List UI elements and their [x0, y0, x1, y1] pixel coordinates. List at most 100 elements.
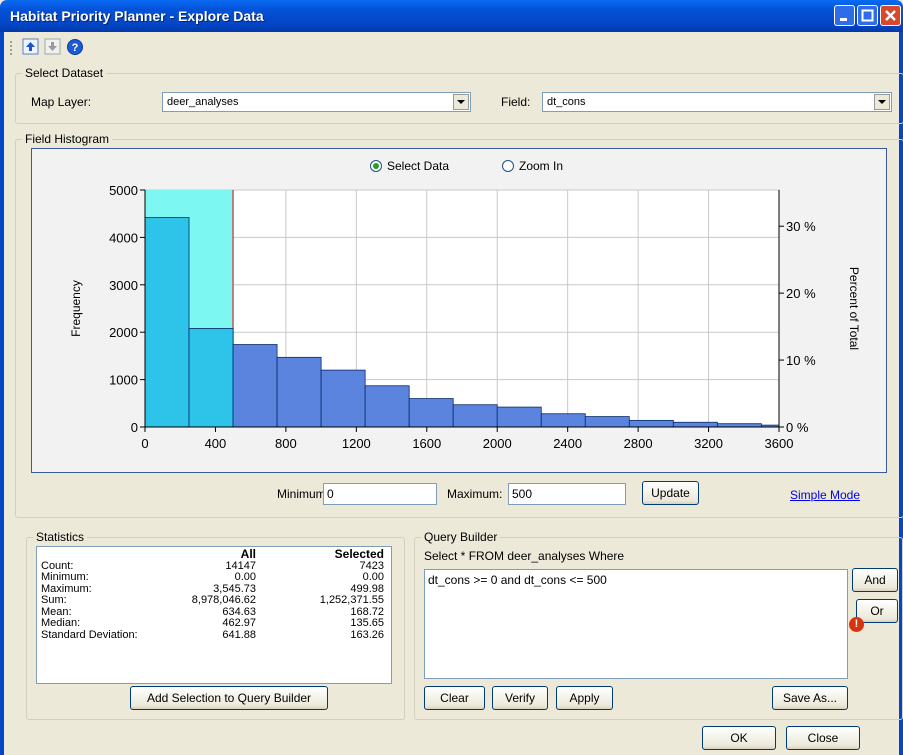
simple-mode-link[interactable]: Simple Mode	[790, 488, 860, 502]
y-tick-label: 4000	[109, 230, 138, 245]
field-histogram-legend: Field Histogram	[25, 132, 110, 146]
map-layer-label: Map Layer:	[31, 95, 92, 109]
stat-all-value: 641.88	[222, 628, 256, 641]
histogram-bar	[320, 369, 366, 428]
stat-selected-value: 0.00	[362, 571, 384, 583]
x-tick-label: 1600	[412, 436, 441, 451]
x-tick-label: 3600	[765, 436, 794, 451]
histogram-bar	[452, 404, 498, 428]
stat-selected-value: 135.65	[350, 617, 384, 629]
x-tick-label: 0	[141, 436, 148, 451]
x-tick-label: 800	[275, 436, 297, 451]
y-tick-label: 3000	[109, 278, 138, 293]
query-builder-legend: Query Builder	[424, 530, 498, 544]
histogram-bar	[364, 385, 410, 428]
y-axis-label: Frequency	[69, 280, 83, 337]
histogram-chart[interactable]: 0 400 800 1200 1600 2000 2400 2800 3200 3600 0 1000…	[32, 149, 886, 472]
y2-tick-label: 0 %	[786, 420, 809, 435]
x-tick-label: 1200	[342, 436, 371, 451]
statistics-table-panel: All Selected Count: 14147 7423 Minimum: 0.0…	[36, 546, 392, 684]
histogram-bar	[628, 419, 674, 428]
add-selection-button[interactable]: Add Selection to Query Builder	[130, 686, 328, 710]
stat-header-selected: Selected	[334, 547, 384, 561]
maximum-label: Maximum:	[447, 487, 503, 501]
table-row: Median: 462.97 135.65	[41, 617, 384, 630]
x-tick-label: 3200	[694, 436, 723, 451]
maximum-input[interactable]: 500	[508, 483, 626, 505]
window-frame-left	[0, 32, 4, 755]
table-row: Mean: 634.63 168.72	[41, 606, 384, 619]
stat-header-name	[41, 549, 143, 561]
x-tick-label: 400	[205, 436, 227, 451]
stat-header-all: All	[240, 547, 256, 561]
histogram-bar	[672, 421, 718, 428]
histogram-bar	[584, 416, 630, 428]
minimum-input[interactable]: 0	[323, 483, 437, 505]
maximize-icon	[861, 9, 874, 22]
y-tick-label: 2000	[109, 325, 138, 340]
close-icon	[885, 10, 896, 21]
select-dataset-legend: Select Dataset	[25, 66, 104, 80]
statistics-table: All Selected Count: 14147 7423 Minimum: 0.0…	[41, 547, 384, 642]
stat-name: Standard Deviation:	[41, 628, 138, 641]
stat-name: Sum:	[41, 594, 67, 606]
table-row: Standard Deviation: 641.88 163.26	[41, 628, 384, 642]
clear-button[interactable]: Clear	[424, 686, 485, 710]
statistics-header-row: All Selected	[41, 547, 384, 561]
query-textarea[interactable]: dt_cons >= 0 and dt_cons <= 500	[424, 569, 848, 679]
svg-text:?: ?	[72, 42, 79, 54]
window-title: Habitat Priority Planner - Explore Data	[10, 8, 264, 24]
histogram-bar	[144, 217, 190, 428]
minimize-icon	[840, 18, 847, 21]
title-bar: Habitat Priority Planner - Explore Data	[0, 0, 903, 32]
query-prefix-label: Select * FROM deer_analyses Where	[424, 549, 625, 563]
y2-tick-label: 30 %	[786, 219, 816, 234]
chevron-down-icon[interactable]	[453, 94, 469, 110]
histogram-chart-panel: Select Data Zoom In 0 400 800 1200 1600 2000 2…	[31, 148, 887, 473]
apply-button[interactable]: Apply	[556, 686, 613, 710]
y-tick-label: 5000	[109, 183, 138, 198]
x-tick-label: 2000	[483, 436, 512, 451]
table-row: Minimum: 0.00 0.00	[41, 571, 384, 584]
field-dropdown[interactable]: dt_cons	[542, 92, 892, 112]
stat-selected-value: 163.26	[350, 628, 384, 641]
update-button[interactable]: Update	[642, 481, 699, 505]
and-button[interactable]: And	[852, 568, 898, 592]
down-arrow-icon[interactable]	[44, 38, 62, 56]
field-value: dt_cons	[547, 96, 586, 108]
table-row: Sum: 8,978,046.62 1,252,371.55	[41, 594, 384, 607]
histogram-bar	[232, 344, 278, 428]
query-text: dt_cons >= 0 and dt_cons <= 500	[428, 573, 607, 587]
map-layer-dropdown[interactable]: deer_analyses	[162, 92, 471, 112]
y-tick-label: 0	[131, 420, 138, 435]
save-as-button[interactable]: Save As...	[772, 686, 848, 710]
histogram-bar	[540, 413, 586, 428]
ok-button[interactable]: OK	[702, 726, 776, 750]
up-arrow-icon[interactable]	[22, 38, 40, 56]
close-window-button[interactable]	[880, 5, 901, 26]
stat-name: Median:	[41, 617, 81, 629]
close-button[interactable]: Close	[786, 726, 860, 750]
stat-all-value: 462.97	[222, 617, 256, 629]
verify-button[interactable]: Verify	[492, 686, 548, 710]
histogram-bar	[276, 356, 322, 428]
maximize-button[interactable]	[857, 5, 878, 26]
stat-all-value: 0.00	[234, 571, 256, 583]
minimize-button[interactable]	[834, 5, 855, 26]
help-icon[interactable]: ?	[66, 38, 84, 56]
stat-name: Minimum:	[41, 571, 89, 583]
warning-icon: !	[849, 617, 864, 632]
statistics-legend: Statistics	[36, 530, 85, 544]
table-row: Count: 14147 7423	[41, 560, 384, 573]
minimum-label: Minimum:	[277, 487, 330, 501]
histogram-bar	[408, 398, 454, 428]
histogram-bar	[496, 406, 542, 428]
y-tick-label: 1000	[109, 373, 138, 388]
y2-axis-label: Percent of Total	[847, 267, 861, 350]
chevron-down-icon[interactable]	[874, 94, 890, 110]
x-tick-label: 2800	[624, 436, 653, 451]
x-tick-label: 2400	[553, 436, 582, 451]
stat-selected-value: 1,252,371.55	[319, 594, 384, 606]
y2-tick-label: 10 %	[786, 353, 816, 368]
y2-tick-label: 20 %	[786, 286, 816, 301]
